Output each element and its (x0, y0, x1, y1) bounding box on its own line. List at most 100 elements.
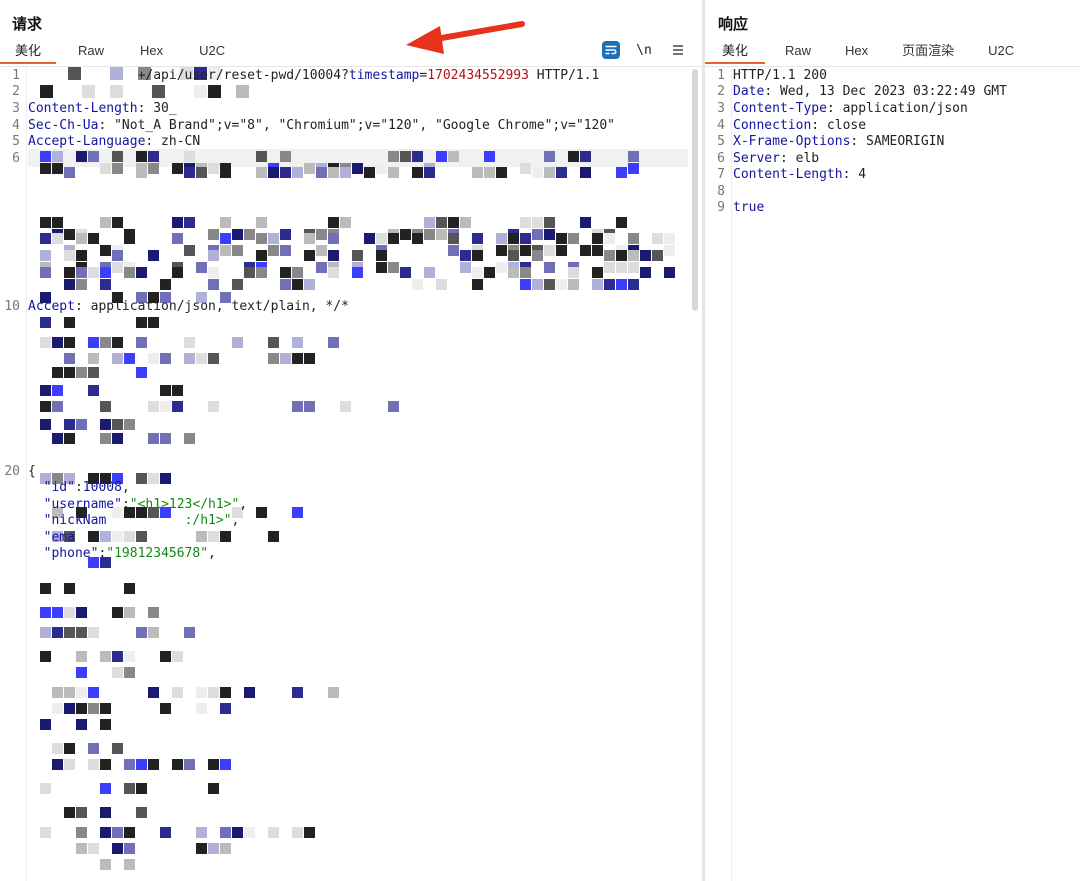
response-code-line: 8 (705, 184, 733, 201)
redaction-block (40, 401, 51, 412)
redaction-block (460, 262, 471, 273)
redaction-block (64, 703, 75, 714)
redaction-block (232, 827, 243, 838)
redaction-block (124, 667, 135, 678)
redaction-block (136, 807, 147, 818)
redaction-block (184, 627, 195, 638)
redaction-block (568, 233, 579, 244)
redaction-block (220, 703, 231, 714)
request-code-token (28, 530, 44, 545)
response-code-line: 3 Content-Type: application/json (705, 101, 968, 118)
redaction-block (40, 151, 51, 162)
redaction-block (304, 353, 315, 364)
request-code-token: : (74, 480, 83, 495)
redaction-block (82, 85, 95, 98)
redaction-block (232, 229, 243, 240)
redaction-block (616, 167, 627, 178)
redaction-block (304, 163, 315, 174)
response-line-number: 3 (717, 101, 725, 116)
redaction-block (616, 279, 627, 290)
redaction-block (304, 250, 315, 261)
request-code-line: 6 (0, 151, 28, 168)
redaction-block (88, 743, 99, 754)
redaction-block (40, 419, 51, 430)
redaction-block (136, 783, 147, 794)
response-editor[interactable]: 1 HTTP/1.1 200 2 Date: Wed, 13 Dec 2023 03:… (705, 66, 1080, 881)
redaction-block (328, 167, 339, 178)
redaction-block (256, 233, 267, 244)
redaction-block (568, 279, 579, 290)
request-code-token: Accept-Language (28, 134, 146, 149)
newline-toggle-button[interactable]: \n (634, 40, 654, 60)
redaction-block (664, 245, 675, 256)
response-tab-hex[interactable]: Hex (831, 40, 882, 62)
request-tab-raw[interactable]: Raw (64, 40, 118, 62)
redaction-block (112, 433, 123, 444)
request-code-token: "19812345678" (106, 546, 209, 561)
redaction-block (280, 267, 291, 278)
redaction-block (328, 229, 339, 240)
request-tab-hex[interactable]: Hex (126, 40, 177, 62)
redaction-block (148, 473, 159, 484)
redaction-block (88, 843, 99, 854)
request-toolbar: \n (602, 40, 688, 60)
redaction-block (76, 667, 87, 678)
request-editor[interactable]: 1 +/api/user/reset-pwd/10004?timestamp=1… (0, 66, 702, 881)
redaction-block (232, 245, 243, 256)
redaction-block (532, 245, 543, 256)
redaction-block (592, 233, 603, 244)
request-scrollbar[interactable] (692, 69, 698, 311)
request-tab-u2c[interactable]: U2C (185, 40, 239, 62)
redaction-block (40, 783, 51, 794)
redaction-block (220, 843, 231, 854)
redaction-block (244, 687, 255, 698)
redaction-block (52, 229, 63, 240)
request-line-number: 6 (12, 151, 20, 166)
redaction-block (100, 262, 111, 273)
redaction-block (136, 337, 147, 348)
redaction-block (148, 401, 159, 412)
response-code-line: 7 Content-Length: 4 (705, 167, 866, 184)
redaction-block (388, 233, 399, 244)
redaction-block (100, 267, 111, 278)
request-code-token: "<h1>123</h1>" (129, 497, 240, 512)
redaction-block (520, 163, 531, 174)
response-line-number: 1 (717, 68, 725, 83)
response-tab-u2c[interactable]: U2C (974, 40, 1028, 62)
redaction-block (364, 167, 375, 178)
redaction-block (400, 229, 411, 240)
response-line-number: 9 (717, 200, 725, 215)
redaction-block (148, 353, 159, 364)
redaction-block (136, 163, 147, 174)
response-tab-pretty[interactable]: 美化 (705, 40, 765, 64)
request-code-line: 5 Accept-Language: zh-CN (0, 134, 200, 151)
redaction-block (40, 627, 51, 638)
redaction-block (148, 627, 159, 638)
redaction-block (196, 531, 207, 542)
response-tab-render[interactable]: 页面渲染 (888, 40, 968, 62)
redaction-block (112, 827, 123, 838)
wrap-lines-icon[interactable] (602, 41, 620, 59)
redaction-block (148, 433, 159, 444)
redaction-block (208, 843, 219, 854)
redaction-block (616, 262, 627, 273)
request-code-token: : application/json, text/plain, */* (74, 299, 349, 314)
menu-icon[interactable] (668, 40, 688, 60)
response-code-token: X-Frame-Options (733, 134, 851, 149)
redaction-block (544, 262, 555, 273)
redaction-block (40, 262, 51, 273)
redaction-block (196, 262, 207, 273)
request-tab-pretty[interactable]: 美化 (0, 40, 56, 64)
response-code-token: : 4 (842, 167, 867, 182)
redaction-block (508, 245, 519, 256)
response-code-token: Content-Type (733, 101, 827, 116)
redaction-block (64, 367, 75, 378)
redaction-block (112, 337, 123, 348)
redaction-block (52, 687, 63, 698)
redaction-block (184, 151, 195, 162)
request-line-number: 20 (4, 464, 20, 479)
redaction-block (112, 353, 123, 364)
redaction-block (160, 827, 171, 838)
response-tab-raw[interactable]: Raw (771, 40, 825, 62)
redaction-block (412, 233, 423, 244)
